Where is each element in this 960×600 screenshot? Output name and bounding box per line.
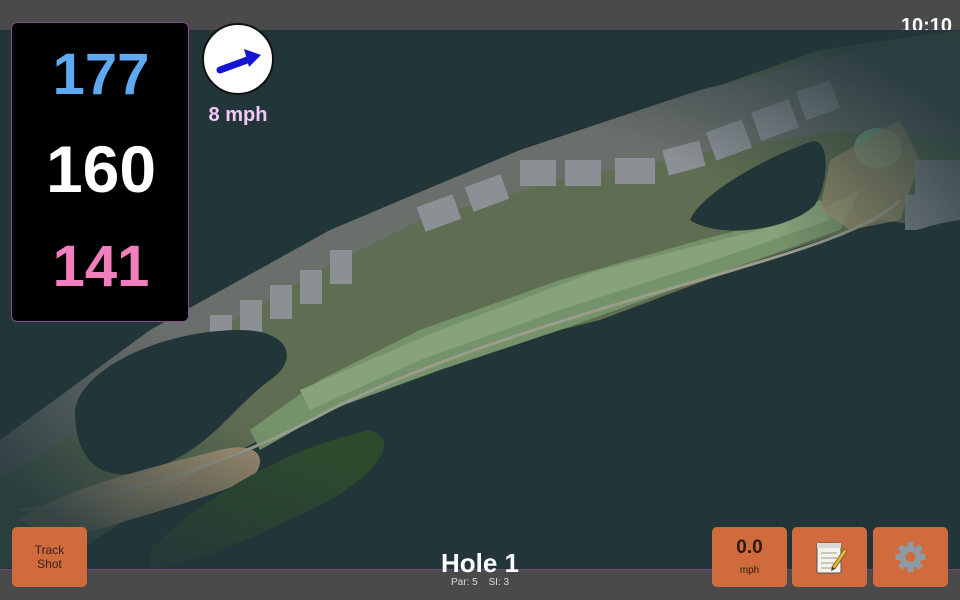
wind-indicator bbox=[202, 23, 274, 95]
hole-meta: Par: 5 SI: 3 bbox=[380, 577, 580, 588]
track-shot-label-line1: Track bbox=[34, 543, 65, 557]
speed-unit: mph bbox=[739, 565, 760, 576]
front-distance: 141 bbox=[52, 234, 150, 299]
middle-distance: 160 bbox=[45, 132, 157, 206]
track-shot-button[interactable]: Track Shot bbox=[12, 527, 87, 587]
wind-arrow-icon bbox=[216, 49, 261, 74]
stroke-index-label: SI: 3 bbox=[488, 577, 510, 588]
back-distance: 177 bbox=[52, 42, 150, 107]
par-label: Par: 5 bbox=[450, 577, 478, 588]
settings-button[interactable] bbox=[873, 527, 948, 587]
track-shot-label-line2: Shot bbox=[37, 557, 62, 571]
wind-speed: 8 mph bbox=[208, 104, 268, 126]
hole-title: Hole 1 bbox=[440, 548, 520, 578]
notes-button[interactable] bbox=[792, 527, 867, 587]
distance-panel: 177 160 141 bbox=[11, 22, 189, 322]
speed-button[interactable]: 0.0 mph bbox=[712, 527, 787, 587]
speed-value: 0.0 bbox=[736, 537, 763, 558]
notepad-icon bbox=[816, 542, 848, 574]
gear-icon bbox=[895, 542, 926, 572]
